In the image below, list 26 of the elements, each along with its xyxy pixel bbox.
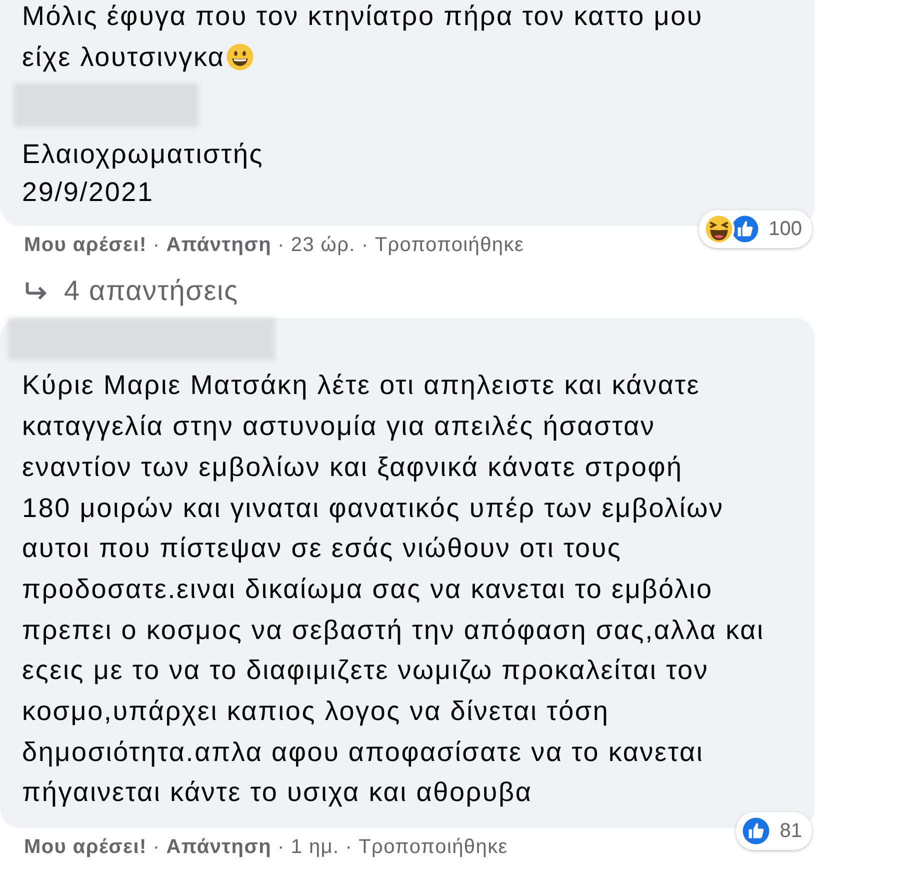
reaction-badge[interactable]: 81 — [736, 812, 812, 850]
separator-dot: · — [152, 836, 160, 860]
reply-link[interactable]: Απάντηση — [166, 836, 272, 860]
grinning-face-icon — [226, 42, 254, 71]
reaction-count: 81 — [780, 820, 802, 843]
separator-dot: · — [361, 234, 369, 258]
thumbs-up-icon — [740, 815, 772, 848]
like-link[interactable]: Μου αρέσει! — [24, 234, 147, 258]
view-replies-link[interactable]: 4 απαντήσεις — [0, 260, 900, 310]
laughing-face-icon — [702, 213, 735, 246]
comment-text: Μόλις έφυγα που τον κτηνίατρο πήρα τον καττο μου είχε λουτσινγκα — [22, 0, 704, 74]
reply-link[interactable]: Απάντηση — [166, 234, 272, 258]
reaction-count: 100 — [768, 218, 802, 241]
timestamp-link[interactable]: 23 ώρ. — [290, 234, 356, 258]
signature-text: 29/9/2021 — [22, 176, 155, 210]
separator-dot: · — [278, 836, 285, 860]
signature-text: Ελαιοχρωματιστής — [22, 138, 265, 172]
reaction-badge[interactable]: 100 — [698, 210, 812, 248]
like-link[interactable]: Μου αρέσει! — [24, 836, 147, 860]
separator-dot: · — [152, 234, 160, 258]
timestamp-link[interactable]: 1 ημ. — [290, 836, 340, 860]
edited-label: Τροποποιήθηκε — [374, 234, 524, 258]
separator-dot: · — [345, 836, 353, 860]
comment-text: Κύριε Μαριε Ματσάκη λέτε οτι απηλειστε και κάνατε καταγγελία στην αστυνομία για απειλές ήσασταν εναντίον των εμβολίων και ξαφνικά κάνατε στροφή 180 μοιρών και γιναται φανατικός υπέρ των εμβολίων αυτοι που πίστεψαν σε εσάς νιώθουν οτι τους προδοσατε.ειναι δικαίωμα σας να κανεται το εμβόλιο πρεπει ο κοσμος να σεβαστή την απόφαση σας,αλλα και εςεις με το να το διαφιμιζετε νωμιζω προκαλείται τον κοσμο,υπάρχει καπιος λογος να δίνεται τόση δημοσιότητα.απλα αφου αποφασίσατε να το κανεται πήγαινεται κάντε το υσιχα και αθορυβα — [22, 369, 766, 810]
separator-dot: · — [278, 234, 285, 258]
edited-label: Τροποποιήθηκε — [358, 836, 508, 860]
